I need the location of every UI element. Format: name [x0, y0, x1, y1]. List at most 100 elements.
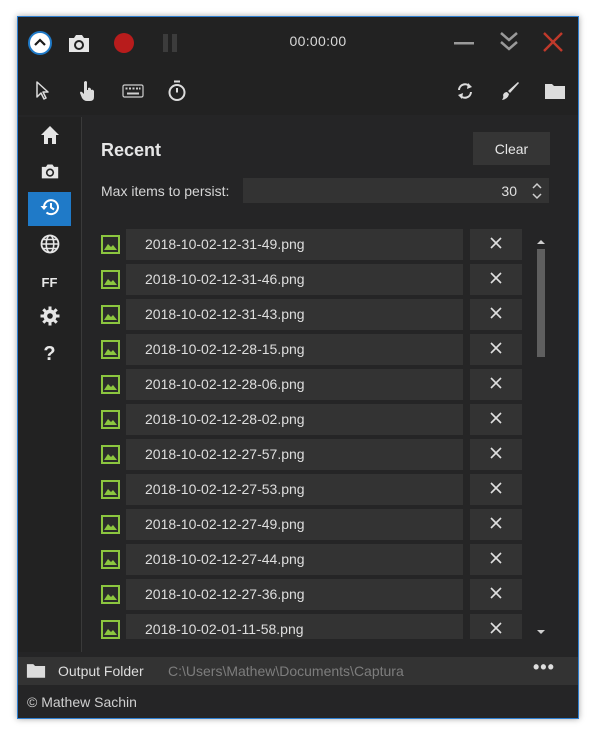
recent-items-list: 2018-10-02-12-31-49.png 2018-10-02-12-31-… — [96, 229, 526, 639]
recent-file-name[interactable]: 2018-10-02-01-11-58.png — [126, 614, 463, 639]
globe-icon — [40, 234, 60, 259]
remove-item-button[interactable] — [470, 404, 522, 435]
close-icon — [490, 516, 502, 534]
remove-item-button[interactable] — [470, 299, 522, 330]
close-icon — [490, 236, 502, 254]
home-icon — [40, 125, 60, 150]
image-icon — [101, 375, 120, 394]
list-item[interactable]: 2018-10-02-12-27-44.png — [96, 544, 526, 575]
close-icon — [490, 446, 502, 464]
keystrokes-icon[interactable] — [121, 81, 145, 101]
close-icon — [490, 481, 502, 499]
image-icon — [101, 480, 120, 499]
sidebar-item-home[interactable] — [28, 120, 71, 154]
cursor-icon[interactable] — [32, 80, 54, 102]
output-folder-icon[interactable] — [26, 662, 46, 684]
recent-file-name[interactable]: 2018-10-02-12-31-43.png — [126, 299, 463, 330]
ffmpeg-label: FF — [41, 274, 58, 290]
refresh-icon[interactable] — [454, 80, 476, 102]
close-icon — [490, 376, 502, 394]
image-icon — [101, 270, 120, 289]
copyright: © Mathew Sachin — [27, 694, 137, 710]
remove-item-button[interactable] — [470, 439, 522, 470]
image-icon — [101, 410, 120, 429]
record-icon[interactable] — [112, 31, 136, 55]
output-folder-path[interactable]: C:\Users\Mathew\Documents\Captura — [168, 663, 404, 679]
remove-item-button[interactable] — [470, 369, 522, 400]
list-item[interactable]: 2018-10-02-12-31-43.png — [96, 299, 526, 330]
spinner-arrows-icon[interactable] — [531, 180, 543, 202]
list-item[interactable]: 2018-10-02-12-28-02.png — [96, 404, 526, 435]
list-item[interactable]: 2018-10-02-01-11-58.png — [96, 614, 526, 639]
remove-item-button[interactable] — [470, 509, 522, 540]
list-item[interactable]: 2018-10-02-12-28-06.png — [96, 369, 526, 400]
recent-file-name[interactable]: 2018-10-02-12-28-02.png — [126, 404, 463, 435]
max-items-value: 30 — [501, 183, 517, 199]
recent-file-name[interactable]: 2018-10-02-12-31-49.png — [126, 229, 463, 260]
max-items-input[interactable]: 30 — [243, 178, 549, 203]
image-icon — [101, 445, 120, 464]
sidebar-item-ffmpeg[interactable]: FF — [28, 265, 71, 299]
recent-file-name[interactable]: 2018-10-02-12-27-36.png — [126, 579, 463, 610]
sidebar-item-screenshot[interactable] — [28, 156, 71, 190]
image-icon — [101, 305, 120, 324]
close-icon — [490, 621, 502, 639]
help-label: ? — [43, 342, 56, 365]
sidebar-item-settings[interactable] — [28, 301, 71, 335]
image-icon — [101, 550, 120, 569]
scroll-down-icon[interactable] — [536, 623, 546, 641]
close-icon — [490, 306, 502, 324]
click-icon[interactable] — [77, 79, 99, 103]
recording-timer: 00:00:00 — [289, 33, 347, 49]
screenshot-icon[interactable] — [66, 30, 92, 56]
output-folder-bar: Output Folder C:\Users\Mathew\Documents\… — [18, 657, 578, 685]
list-item[interactable]: 2018-10-02-12-27-57.png — [96, 439, 526, 470]
recent-file-name[interactable]: 2018-10-02-12-28-06.png — [126, 369, 463, 400]
history-icon — [39, 197, 61, 222]
close-icon[interactable] — [541, 30, 565, 54]
list-scrollbar[interactable] — [532, 229, 550, 639]
close-icon — [490, 411, 502, 429]
toolbar — [18, 69, 578, 115]
recent-file-name[interactable]: 2018-10-02-12-27-57.png — [126, 439, 463, 470]
output-folder-label: Output Folder — [58, 663, 144, 679]
camera-icon — [40, 162, 60, 185]
folder-icon[interactable] — [543, 81, 567, 101]
remove-item-button[interactable] — [470, 229, 522, 260]
minimize-icon[interactable] — [452, 31, 476, 55]
timer-icon[interactable] — [166, 79, 188, 103]
recent-file-name[interactable]: 2018-10-02-12-27-44.png — [126, 544, 463, 575]
remove-item-button[interactable] — [470, 334, 522, 365]
sidebar-item-recent[interactable] — [28, 192, 71, 226]
remove-item-button[interactable] — [470, 474, 522, 505]
list-item[interactable]: 2018-10-02-12-31-49.png — [96, 229, 526, 260]
remove-item-button[interactable] — [470, 579, 522, 610]
list-item[interactable]: 2018-10-02-12-27-53.png — [96, 474, 526, 505]
recent-file-name[interactable]: 2018-10-02-12-31-46.png — [126, 264, 463, 295]
remove-item-button[interactable] — [470, 264, 522, 295]
image-icon — [101, 620, 120, 639]
list-item[interactable]: 2018-10-02-12-27-49.png — [96, 509, 526, 540]
close-icon — [490, 551, 502, 569]
collapse-icon[interactable] — [27, 30, 53, 56]
brush-icon[interactable] — [499, 80, 521, 102]
clear-button[interactable]: Clear — [473, 132, 550, 165]
remove-item-button[interactable] — [470, 544, 522, 575]
close-icon — [490, 586, 502, 604]
list-item[interactable]: 2018-10-02-12-31-46.png — [96, 264, 526, 295]
image-icon — [101, 235, 120, 254]
remove-item-button[interactable] — [470, 614, 522, 639]
max-items-label: Max items to persist: — [101, 183, 230, 199]
recent-file-name[interactable]: 2018-10-02-12-27-53.png — [126, 474, 463, 505]
recent-file-name[interactable]: 2018-10-02-12-27-49.png — [126, 509, 463, 540]
sidebar-item-web[interactable] — [28, 229, 71, 263]
pause-icon[interactable] — [158, 31, 182, 55]
list-item[interactable]: 2018-10-02-12-28-15.png — [96, 334, 526, 365]
close-icon — [490, 271, 502, 289]
recent-file-name[interactable]: 2018-10-02-12-28-15.png — [126, 334, 463, 365]
minimize-to-tray-icon[interactable] — [497, 29, 521, 55]
scroll-thumb[interactable] — [537, 249, 545, 357]
sidebar-item-about[interactable]: ? — [28, 337, 71, 371]
more-options-button[interactable]: ••• — [533, 657, 555, 678]
list-item[interactable]: 2018-10-02-12-27-36.png — [96, 579, 526, 610]
